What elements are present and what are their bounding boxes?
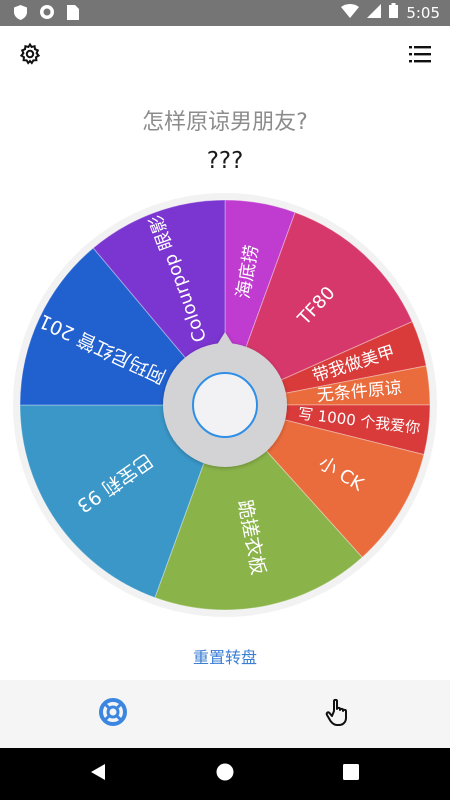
back-button[interactable]: [82, 758, 114, 790]
home-button[interactable]: [209, 758, 241, 790]
battery-icon: [389, 3, 399, 22]
settings-button[interactable]: [10, 36, 50, 76]
reset-wheel-button[interactable]: 重置转盘: [0, 644, 450, 668]
hand-pointer-icon: [324, 697, 352, 731]
spin-wheel[interactable]: 海底捞 TF80 带我做美甲 无条件原谅写 1000 个我爱你小 CK 跪搓衣板 巴宝莉 …: [0, 180, 450, 630]
bottom-tab-bar: [0, 680, 450, 748]
system-nav-bar: [0, 748, 450, 800]
tab-tap[interactable]: [322, 698, 354, 730]
wifi-icon: [341, 3, 360, 22]
recents-button[interactable]: [335, 758, 367, 790]
shield-icon: [14, 4, 27, 24]
app-bar: [0, 26, 450, 90]
gear-icon: [18, 42, 42, 70]
record-icon: [39, 4, 55, 24]
status-bar: 5:05: [0, 0, 450, 26]
list-icon: [408, 44, 432, 68]
question-title: 怎样原谅男朋友?: [142, 110, 308, 135]
sim-card-icon: [67, 4, 79, 24]
home-icon: [216, 763, 234, 785]
menu-button[interactable]: [400, 36, 440, 76]
recents-icon: [343, 764, 359, 784]
lifebuoy-icon: [99, 698, 127, 730]
back-icon: [89, 763, 107, 785]
wheel-graphic[interactable]: 海底捞TF80带我做美甲无条件原谅写 1000 个我爱你小 CK跪搓衣板巴宝莉 …: [0, 180, 450, 630]
status-time: 5:05: [406, 3, 440, 22]
spin-button[interactable]: [192, 372, 258, 438]
spin-result: ???: [206, 148, 244, 174]
signal-icon: [367, 3, 382, 22]
tab-wheel[interactable]: [97, 698, 129, 730]
